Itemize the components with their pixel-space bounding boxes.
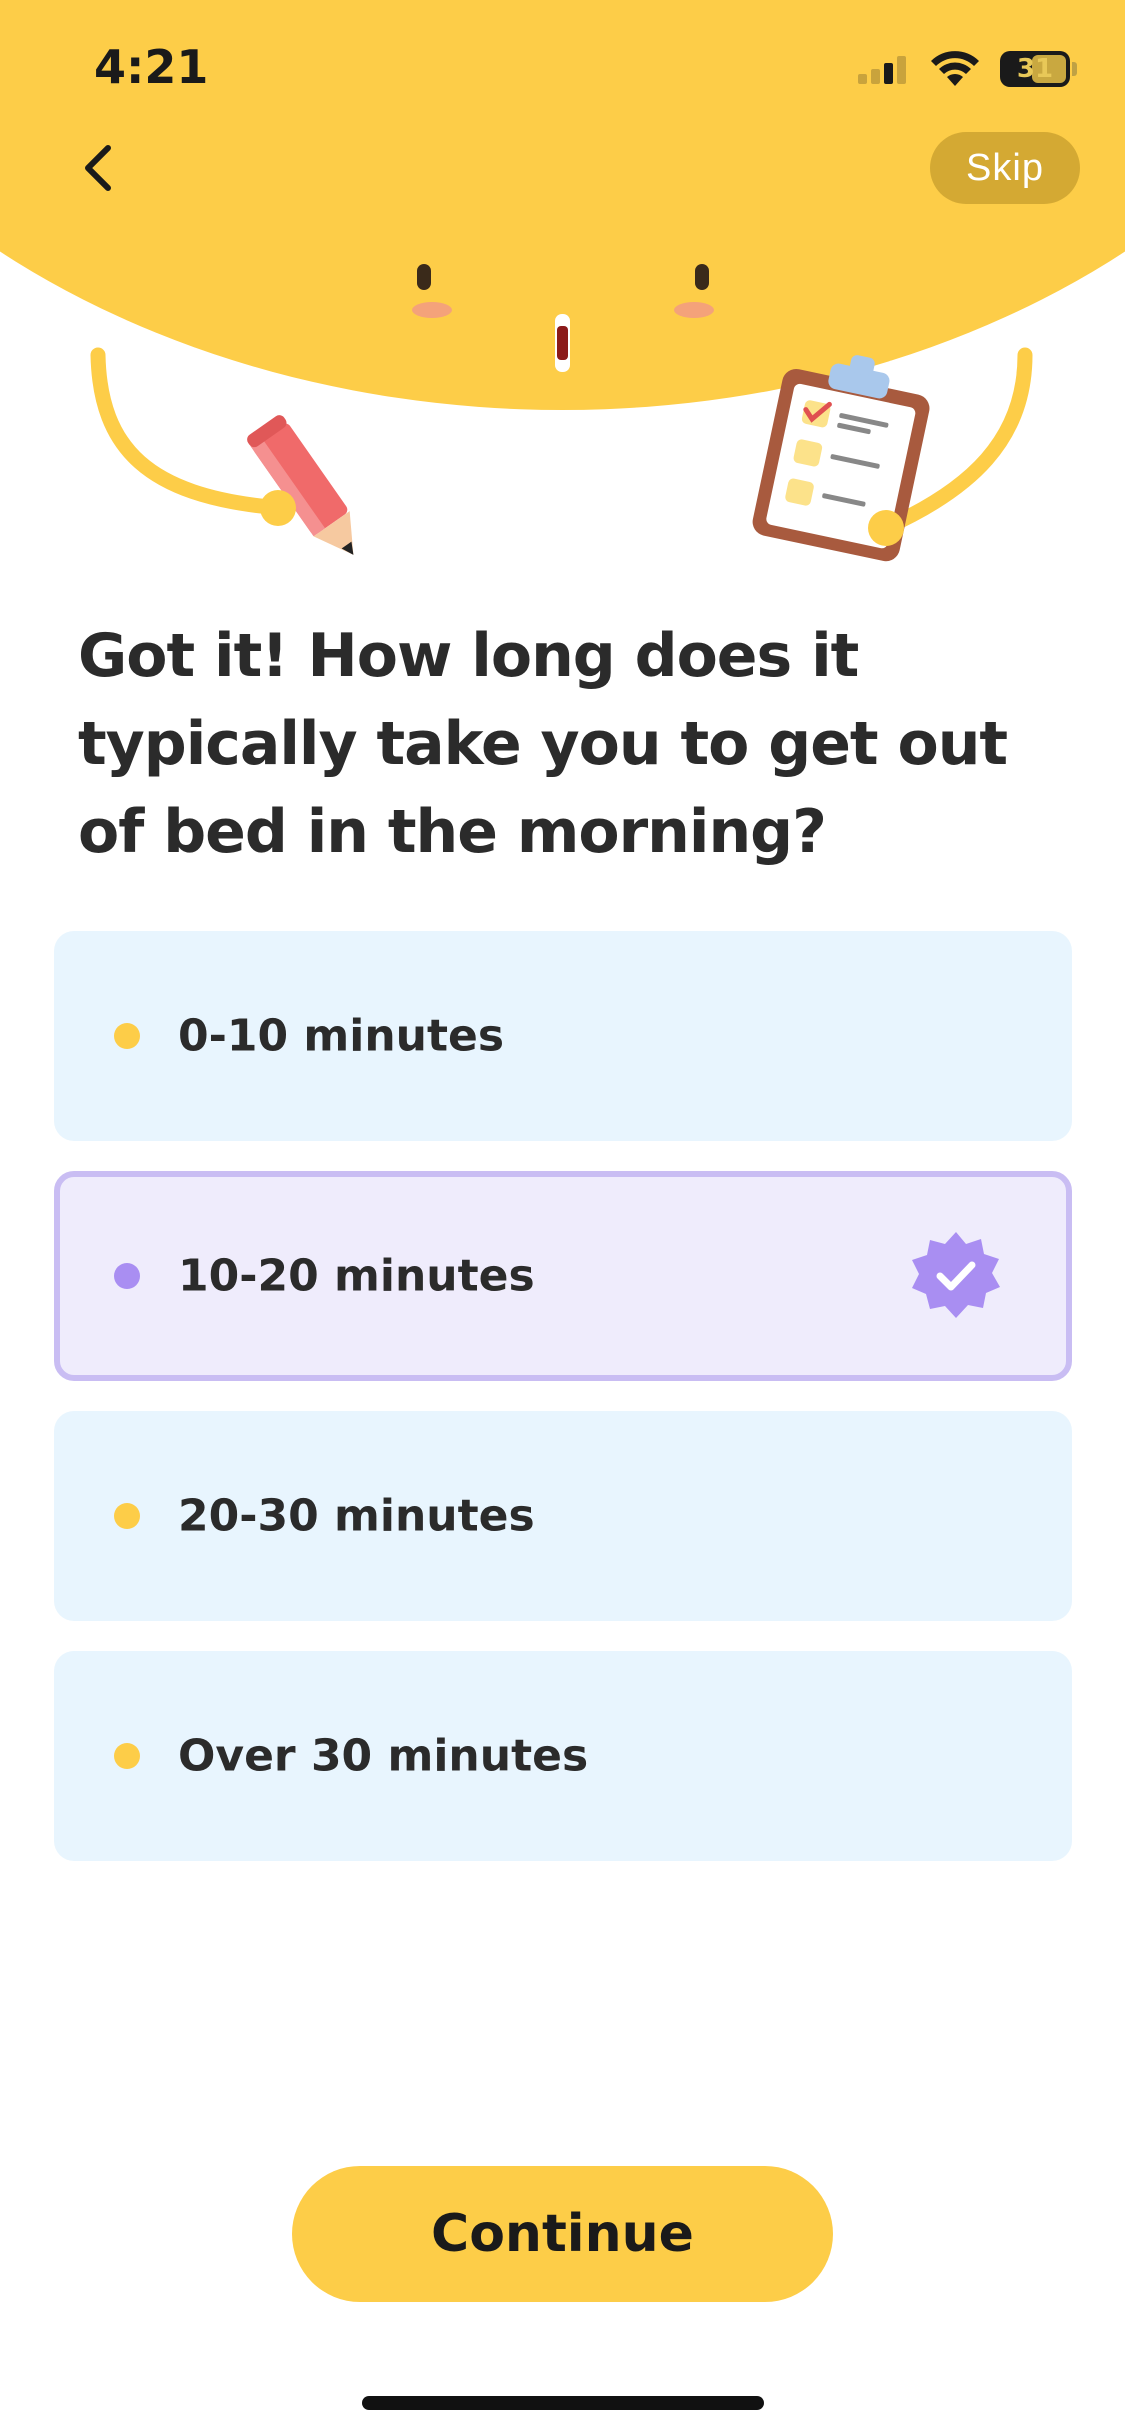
option-label: 10-20 minutes <box>178 1250 535 1302</box>
option-label: Over 30 minutes <box>178 1730 589 1782</box>
option-label: 0-10 minutes <box>178 1010 505 1062</box>
option-over-30-minutes[interactable]: Over 30 minutes <box>54 1651 1072 1861</box>
option-0-10-minutes[interactable]: 0-10 minutes <box>54 931 1072 1141</box>
option-20-30-minutes[interactable]: 20-30 minutes <box>54 1411 1072 1621</box>
bullet-dot <box>114 1023 140 1049</box>
mascot-illustration <box>90 264 1033 562</box>
option-10-20-minutes[interactable]: 10-20 minutes <box>54 1171 1072 1381</box>
mascot-face <box>412 264 714 372</box>
option-label: 20-30 minutes <box>178 1490 535 1542</box>
pencil-icon <box>247 415 354 555</box>
bullet-dot <box>114 1743 140 1769</box>
bullet-dot <box>114 1503 140 1529</box>
continue-button[interactable]: Continue <box>292 2166 833 2302</box>
clipboard-icon <box>752 355 930 562</box>
home-indicator[interactable] <box>362 2396 764 2410</box>
screen: 4:21 31 Skip Got it! How long does it ty… <box>0 0 1125 2436</box>
check-badge-icon <box>912 1232 1000 1318</box>
question-title: Got it! How long does it typically take … <box>78 621 1008 867</box>
bullet-dot <box>114 1263 140 1289</box>
